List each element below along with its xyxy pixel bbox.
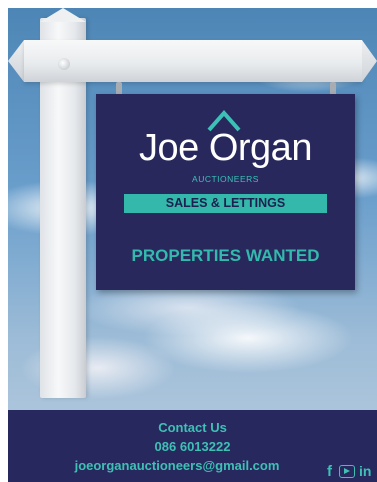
youtube-icon[interactable]	[339, 465, 355, 478]
sky-background: Joe Organ AUCTIONEERS SALES & LETTINGS P…	[8, 8, 377, 482]
post-bolt	[58, 58, 70, 70]
email-address[interactable]: joeorganauctioneers@gmail.com	[12, 458, 342, 473]
tagline-badge: SALES & LETTINGS	[124, 194, 327, 213]
sign-board: Joe Organ AUCTIONEERS SALES & LETTINGS P…	[96, 94, 355, 290]
phone-number[interactable]: 086 6013222	[8, 439, 377, 454]
poster: Joe Organ AUCTIONEERS SALES & LETTINGS P…	[0, 0, 377, 482]
brand-subtitle: AUCTIONEERS	[192, 174, 259, 184]
headline: PROPERTIES WANTED	[131, 246, 320, 265]
post-cap	[40, 8, 86, 22]
contact-footer: Contact Us 086 6013222 joeorganauctionee…	[8, 410, 377, 482]
arm-right-point	[362, 40, 377, 82]
linkedin-icon[interactable]: in	[359, 463, 371, 479]
facebook-icon[interactable]: f	[327, 463, 332, 480]
arm-left-point	[8, 40, 24, 82]
contact-label: Contact Us	[158, 420, 227, 435]
brand-name: Joe Organ	[139, 127, 312, 169]
sign-arm	[24, 40, 362, 82]
